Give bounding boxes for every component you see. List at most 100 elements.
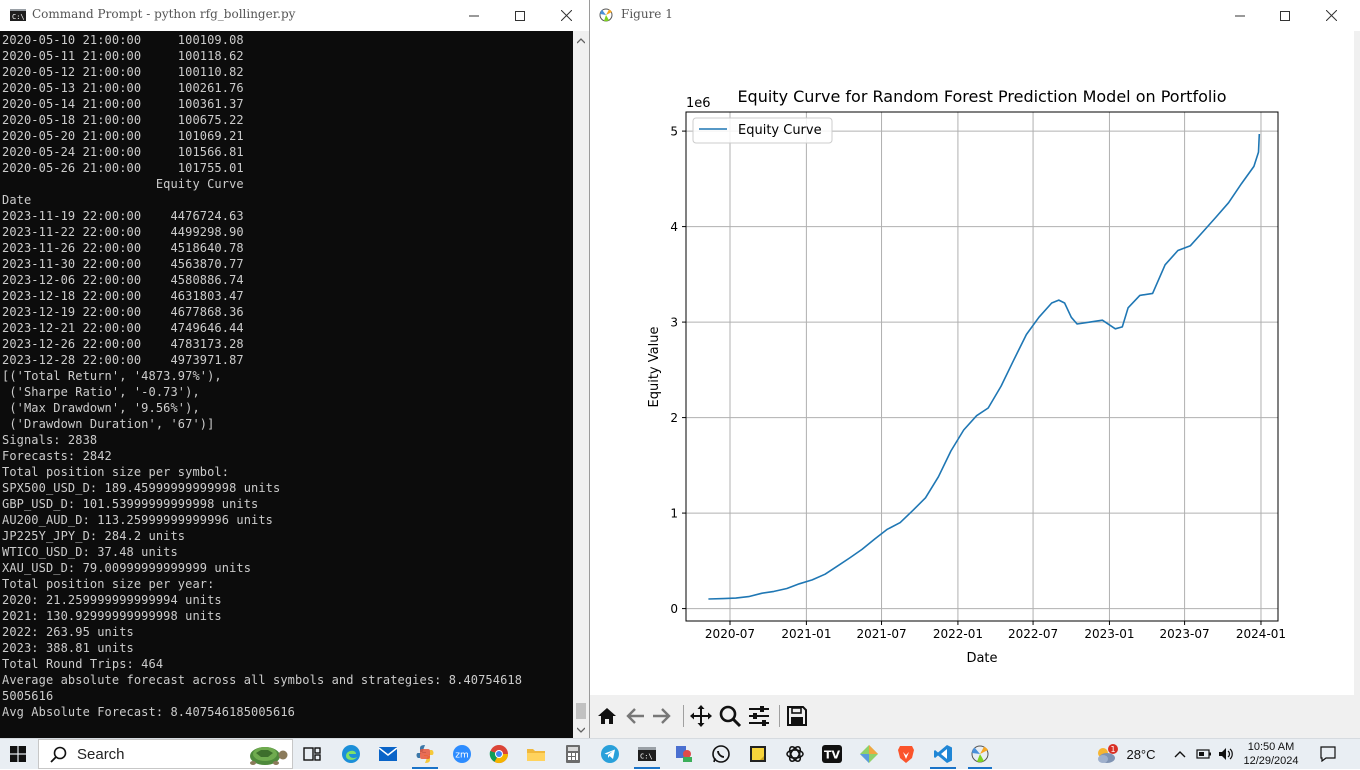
taskbar-edge[interactable] bbox=[333, 739, 369, 769]
console-line: SPX500_USD_D: 189.45999999999998 units bbox=[2, 481, 281, 495]
console-output[interactable]: 2020-05-10 21:00:00 100109.08 2020-05-11 … bbox=[2, 32, 572, 722]
telegram-icon bbox=[601, 745, 619, 763]
terminal-icon: C:\ bbox=[638, 747, 656, 761]
scroll-down-button[interactable] bbox=[573, 722, 589, 738]
taskbar-clock[interactable]: 10:50 AM 12/29/2024 bbox=[1236, 739, 1306, 770]
cmd-titlebar[interactable]: C:\ Command Prompt - python rfg_bollinge… bbox=[0, 0, 589, 31]
figure-maximize-button[interactable] bbox=[1262, 0, 1308, 31]
console-line: 2023-11-26 22:00:00 4518640.78 bbox=[2, 241, 244, 255]
figure-toolbar[interactable] bbox=[590, 695, 1355, 738]
figure-window-edge bbox=[1354, 31, 1360, 738]
scrollbar-thumb[interactable] bbox=[576, 703, 586, 719]
pan-icon bbox=[690, 705, 712, 727]
legend[interactable]: Equity Curve bbox=[692, 117, 833, 144]
python-icon bbox=[416, 745, 434, 763]
command-prompt-window[interactable]: C:\ Command Prompt - python rfg_bollinge… bbox=[0, 0, 590, 738]
figure-minimize-button[interactable] bbox=[1217, 0, 1263, 31]
taskbar-vscode[interactable] bbox=[924, 739, 962, 769]
brave-icon bbox=[898, 746, 914, 763]
matplotlib-icon bbox=[599, 8, 613, 22]
home-button[interactable] bbox=[593, 702, 621, 730]
equity-curve-chart[interactable]: 2020-07 2021-01 2021-07 2022-01 2022-07 2023-… bbox=[590, 31, 1355, 695]
x-axis-label: Date bbox=[966, 651, 997, 666]
show-hidden-icons-button[interactable] bbox=[1170, 739, 1190, 769]
console-line: 2023-12-26 22:00:00 4783173.28 bbox=[2, 337, 244, 351]
back-button[interactable] bbox=[621, 702, 649, 730]
battery-icon bbox=[1196, 749, 1211, 759]
console-line: 2020-05-26 21:00:00 101755.01 bbox=[2, 161, 244, 175]
configure-subplots-button[interactable] bbox=[745, 702, 773, 730]
notification-center-button[interactable] bbox=[1313, 739, 1343, 769]
task-view-icon bbox=[303, 747, 321, 761]
chart-title: Equity Curve for Random Forest Predictio… bbox=[737, 87, 1226, 106]
cmd-minimize-button[interactable] bbox=[451, 0, 497, 31]
cmd-maximize-button[interactable] bbox=[497, 0, 543, 31]
taskbar-whatsapp[interactable] bbox=[703, 739, 739, 769]
volume-button[interactable] bbox=[1215, 739, 1237, 769]
taskbar-search-box[interactable]: Search bbox=[38, 739, 293, 769]
console-line: AU200_AUD_D: 113.25999999999996 units bbox=[2, 513, 274, 527]
console-line: 2023-12-28 22:00:00 4973971.87 bbox=[2, 353, 244, 367]
home-icon bbox=[598, 708, 616, 724]
taskbar-brave[interactable] bbox=[888, 739, 924, 769]
taskbar-file-explorer[interactable] bbox=[518, 739, 554, 769]
console-line: 2023-11-22 22:00:00 4499298.90 bbox=[2, 225, 244, 239]
console-line: 2021: 130.92999999999998 units bbox=[2, 609, 222, 623]
figure-close-button[interactable] bbox=[1308, 0, 1354, 31]
maximize-icon bbox=[1280, 10, 1290, 21]
taskbar-git-client[interactable] bbox=[851, 739, 887, 769]
console-line: Avg Absolute Forecast: 8.407546185005616 bbox=[2, 705, 295, 719]
grid-lines bbox=[686, 112, 1278, 621]
temperature-label[interactable]: 28°C bbox=[1122, 739, 1160, 769]
console-line: GBP_USD_D: 101.53999999999998 units bbox=[2, 497, 259, 511]
cmd-close-button[interactable] bbox=[543, 0, 589, 31]
zoom-button[interactable] bbox=[716, 702, 744, 730]
taskbar-sticky-notes[interactable] bbox=[740, 739, 776, 769]
console-line: 2023: 388.81 units bbox=[2, 641, 134, 655]
taskbar-telegram[interactable] bbox=[592, 739, 628, 769]
console-line: 2023-11-19 22:00:00 4476724.63 bbox=[2, 209, 244, 223]
minimize-icon bbox=[469, 15, 479, 16]
taskbar-tradingview[interactable]: TV bbox=[814, 739, 850, 769]
console-line: ('Max Drawdown', '9.56%'), bbox=[2, 401, 200, 415]
taskbar-calculator[interactable] bbox=[555, 739, 591, 769]
console-line: 2020: 21.259999999999994 units bbox=[2, 593, 222, 607]
pan-button[interactable] bbox=[687, 702, 715, 730]
taskbar-task-view[interactable] bbox=[296, 739, 328, 769]
taskbar-chatgpt[interactable] bbox=[777, 739, 813, 769]
search-icon bbox=[50, 746, 67, 763]
y-tick-label: 5 bbox=[670, 125, 678, 139]
taskbar-command-prompt[interactable]: C:\ bbox=[628, 739, 666, 769]
forward-button[interactable] bbox=[648, 702, 676, 730]
scroll-up-button[interactable] bbox=[573, 33, 589, 49]
svg-text:C:\: C:\ bbox=[640, 753, 653, 761]
taskbar-chrome[interactable] bbox=[481, 739, 517, 769]
configure-subplots-icon bbox=[749, 706, 769, 726]
save-button[interactable] bbox=[783, 702, 811, 730]
svg-text:TV: TV bbox=[824, 749, 841, 762]
y-tick-label: 2 bbox=[670, 411, 678, 425]
figure-window[interactable]: Figure 1 2020-07 2021-01 2021-07 2022-01 202… bbox=[590, 0, 1360, 738]
tradingview-icon: TV bbox=[822, 745, 842, 763]
figure-titlebar[interactable]: Figure 1 bbox=[590, 0, 1360, 31]
file-explorer-icon bbox=[527, 749, 545, 761]
console-line: Total position size per year: bbox=[2, 577, 215, 591]
taskbar-matplotlib-figure[interactable] bbox=[962, 739, 998, 769]
weather-widget[interactable]: 1 bbox=[1090, 739, 1122, 769]
start-button[interactable] bbox=[0, 739, 36, 769]
clock-time: 10:50 AM bbox=[1247, 741, 1295, 753]
taskbar-mail[interactable] bbox=[370, 739, 406, 769]
console-line: Equity Curve bbox=[2, 177, 244, 191]
close-icon bbox=[1325, 10, 1337, 21]
taskbar[interactable]: Search zm C:\ TV 1 28°C 10:50 AM 12/29/2… bbox=[0, 738, 1360, 769]
console-line: 5005616 bbox=[2, 689, 54, 703]
taskbar-python[interactable] bbox=[406, 739, 444, 769]
vscode-icon bbox=[934, 745, 952, 763]
taskbar-people[interactable] bbox=[666, 739, 702, 769]
taskbar-zoom[interactable]: zm bbox=[444, 739, 480, 769]
plot-canvas[interactable]: 2020-07 2021-01 2021-07 2022-01 2022-07 2023-… bbox=[590, 31, 1355, 695]
y-axis-offset-label: 1e6 bbox=[686, 96, 711, 111]
cmd-vertical-scrollbar[interactable] bbox=[573, 31, 589, 738]
chrome-icon bbox=[489, 745, 508, 764]
battery-button[interactable] bbox=[1193, 739, 1215, 769]
